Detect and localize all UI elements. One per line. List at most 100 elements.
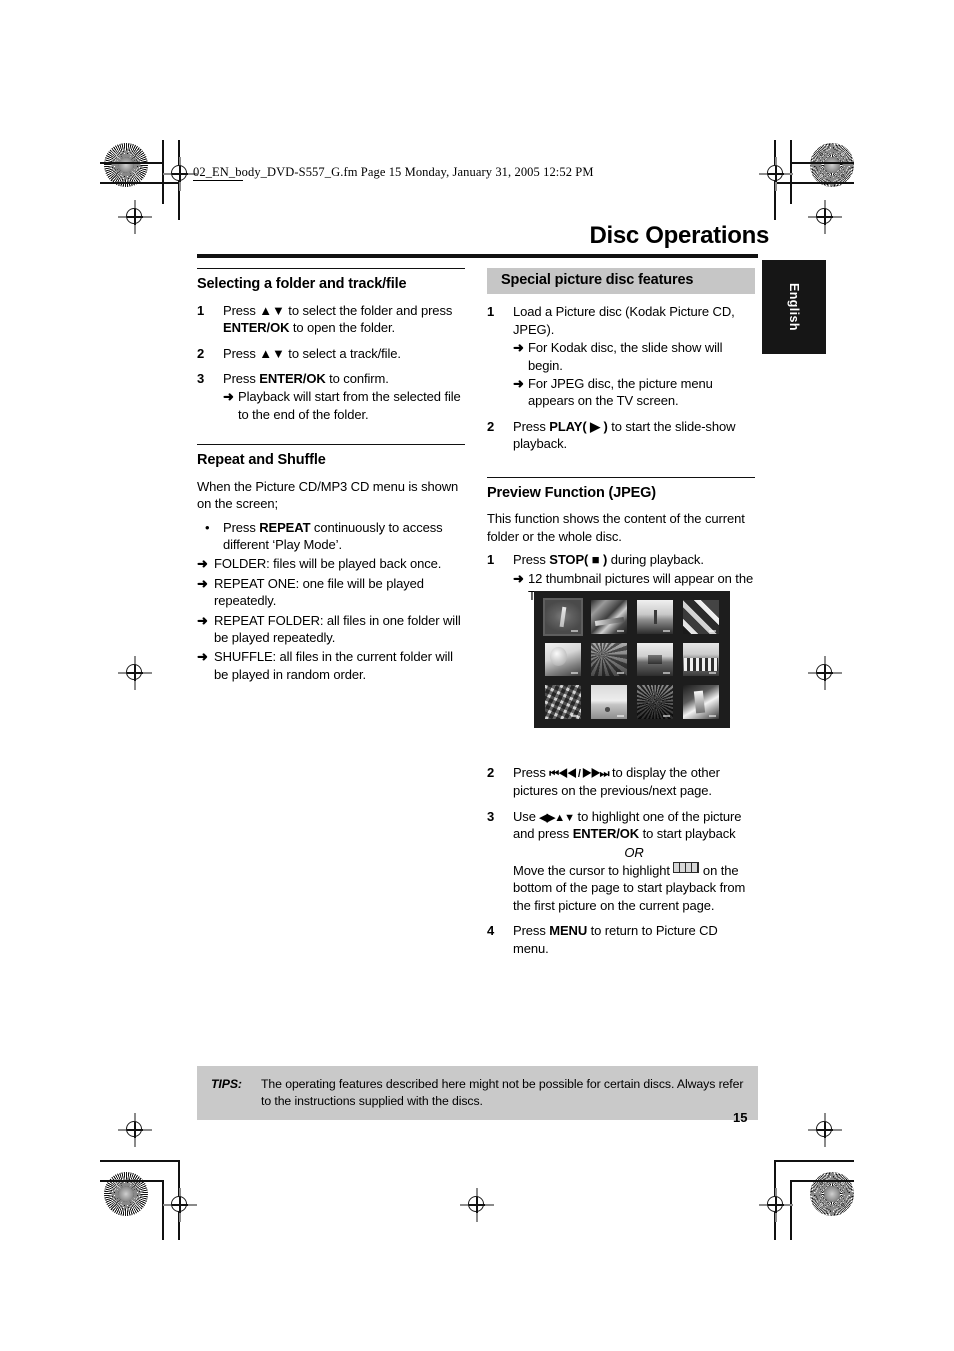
registration-target-top-right bbox=[759, 157, 793, 191]
result-arrow-icon: ➜ bbox=[223, 389, 234, 405]
steps-special-picture-disc: 1 Load a Picture disc (Kodak Picture CD,… bbox=[487, 303, 755, 452]
thumbnail-item[interactable] bbox=[635, 683, 675, 721]
thumbnail-item[interactable] bbox=[681, 598, 721, 636]
language-tab-label: English bbox=[787, 283, 801, 331]
step-text-before: Press bbox=[223, 370, 260, 386]
filmstrip-icon bbox=[673, 862, 700, 874]
registration-starburst-top-right bbox=[810, 143, 854, 187]
tips-text: The operating features described here mi… bbox=[261, 1077, 744, 1108]
arrow-item-text: SHUFFLE: all files in the current folder… bbox=[214, 649, 453, 682]
thumbnail-grid bbox=[543, 598, 721, 721]
tips-box: TIPS: The operating features described h… bbox=[197, 1066, 758, 1121]
step-text-before: Press bbox=[513, 923, 550, 939]
language-tab: English bbox=[762, 260, 826, 354]
result-arrow-icon: ➜ bbox=[197, 612, 208, 628]
result-arrow-icon: ➜ bbox=[197, 575, 208, 591]
thumbnail-item[interactable] bbox=[681, 683, 721, 721]
step-text-before: Press bbox=[513, 765, 550, 781]
menu-button-label: MENU bbox=[549, 923, 588, 939]
result-arrow-icon: ➜ bbox=[197, 649, 208, 665]
step-text-before: Press bbox=[223, 345, 260, 361]
step-text-before: Press bbox=[513, 552, 550, 568]
arrow-item-text: REPEAT ONE: one file will be played repe… bbox=[214, 575, 424, 609]
registration-target-bottom-left bbox=[163, 1188, 197, 1222]
thumbnail-item-selected[interactable] bbox=[543, 598, 583, 636]
bullet-text-before: Press bbox=[223, 519, 260, 535]
repeat-button-label: REPEAT bbox=[259, 519, 311, 535]
tips-label: TIPS: bbox=[211, 1077, 242, 1091]
section-rule-preview-function bbox=[487, 476, 755, 478]
repeat-shuffle-intro: When the Picture CD/MP3 CD menu is shown… bbox=[197, 478, 459, 512]
registration-target-bottom-right bbox=[759, 1188, 793, 1222]
prev-next-track-icon: ⏮◀◀ / ▶▶⏭ bbox=[549, 768, 609, 781]
result-arrow-icon: ➜ bbox=[197, 556, 208, 572]
heading-selecting-folder: Selecting a folder and track/file bbox=[197, 276, 407, 293]
thumbnail-item[interactable] bbox=[589, 683, 629, 721]
thumbnail-item[interactable] bbox=[543, 641, 583, 679]
step-substep: ➜ Playback will start from the selected … bbox=[223, 388, 465, 423]
or-separator: OR bbox=[624, 844, 644, 860]
enter-ok-label: ENTER/OK bbox=[223, 320, 290, 336]
registration-target-middle-right bbox=[808, 656, 842, 690]
result-arrow-icon: ➜ bbox=[513, 340, 524, 356]
substep-text: For JPEG disc, the picture menu appears … bbox=[528, 376, 713, 409]
file-info-underline bbox=[193, 180, 243, 181]
updown-arrow-icon: ▲▼ bbox=[259, 345, 285, 361]
thumbnail-item[interactable] bbox=[589, 598, 629, 636]
substep-text: For Kodak disc, the slide show will begi… bbox=[528, 340, 723, 373]
substep-text: Playback will start from the selected fi… bbox=[238, 389, 461, 422]
registration-target-middle-left bbox=[118, 656, 152, 690]
step-number: 2 bbox=[487, 418, 495, 434]
step-item: 3 Use ◀▶▲▼ to highlight one of the pictu… bbox=[487, 808, 755, 915]
step-text-before: Press bbox=[513, 418, 550, 434]
step-text-mid: to select a track/file. bbox=[284, 345, 401, 361]
step-substep: ➜ For Kodak disc, the slide show will be… bbox=[513, 339, 755, 374]
step-text-after: to start playback bbox=[639, 826, 736, 842]
step-number: 3 bbox=[487, 808, 495, 824]
registration-target-upper-left bbox=[118, 200, 152, 234]
thumbnail-item[interactable] bbox=[635, 641, 675, 679]
result-arrow-icon: ➜ bbox=[513, 376, 524, 392]
step-text-after: during playback. bbox=[607, 552, 704, 568]
step-text-mid: to select the folder and press bbox=[284, 302, 453, 318]
step-number: 1 bbox=[487, 552, 495, 568]
step-item: 2 Press PLAY( ▶ ) to start the slide-sho… bbox=[487, 418, 755, 453]
step-text: Load a Picture disc (Kodak Picture CD, J… bbox=[513, 304, 735, 337]
step-item: 4 Press MENU to return to Picture CD men… bbox=[487, 922, 755, 957]
step-number: 2 bbox=[197, 345, 205, 361]
step-number: 3 bbox=[197, 370, 205, 386]
step-text-before: Use bbox=[513, 808, 540, 824]
arrow-item: ➜ FOLDER: files will be played back once… bbox=[197, 555, 465, 572]
arrow-item: ➜ SHUFFLE: all files in the current fold… bbox=[197, 648, 465, 683]
result-arrow-icon: ➜ bbox=[513, 570, 524, 586]
preview-screen-graphic bbox=[534, 591, 730, 728]
crop-mark-top-right bbox=[774, 140, 854, 220]
heading-special-picture-disc: Special picture disc features bbox=[487, 268, 755, 295]
thumbnail-item[interactable] bbox=[589, 641, 629, 679]
thumbnail-item[interactable] bbox=[635, 598, 675, 636]
step-text-before: Press bbox=[223, 302, 260, 318]
step-item: 1 Load a Picture disc (Kodak Picture CD,… bbox=[487, 303, 755, 409]
thumbnail-item[interactable] bbox=[543, 683, 583, 721]
direction-pad-arrows-icon: ◀▶▲▼ bbox=[539, 811, 575, 824]
crop-mark-bottom-left bbox=[100, 1160, 180, 1240]
registration-target-lower-right bbox=[808, 1113, 842, 1147]
arrow-item: ➜ REPEAT ONE: one file will be played re… bbox=[197, 575, 465, 610]
left-column: Selecting a folder and track/file 1 Pres… bbox=[197, 268, 465, 685]
step-substep: ➜ For JPEG disc, the picture menu appear… bbox=[513, 375, 755, 410]
thumbnail-item[interactable] bbox=[681, 641, 721, 679]
crop-mark-bottom-right bbox=[774, 1160, 854, 1240]
heading-repeat-shuffle: Repeat and Shuffle bbox=[197, 452, 326, 469]
registration-starburst-bottom-left bbox=[104, 1172, 148, 1216]
play-arrow-icon: ( ▶ ) bbox=[582, 418, 608, 434]
step-item: 2 Press ⏮◀◀ / ▶▶⏭ to display the other p… bbox=[487, 764, 755, 799]
step-item: 1 Press ▲▼ to select the folder and pres… bbox=[197, 302, 465, 337]
registration-starburst-top-left bbox=[104, 143, 148, 187]
section-rule-selecting-folder bbox=[197, 268, 465, 270]
section-rule-repeat-shuffle bbox=[197, 444, 465, 446]
step-number: 4 bbox=[487, 923, 495, 939]
steps-selecting-folder: 1 Press ▲▼ to select the folder and pres… bbox=[197, 302, 465, 423]
steps-preview-function-rest: 2 Press ⏮◀◀ / ▶▶⏭ to display the other p… bbox=[487, 764, 755, 957]
step-number: 2 bbox=[487, 765, 495, 781]
stop-square-icon: ( ■ ) bbox=[584, 552, 608, 568]
